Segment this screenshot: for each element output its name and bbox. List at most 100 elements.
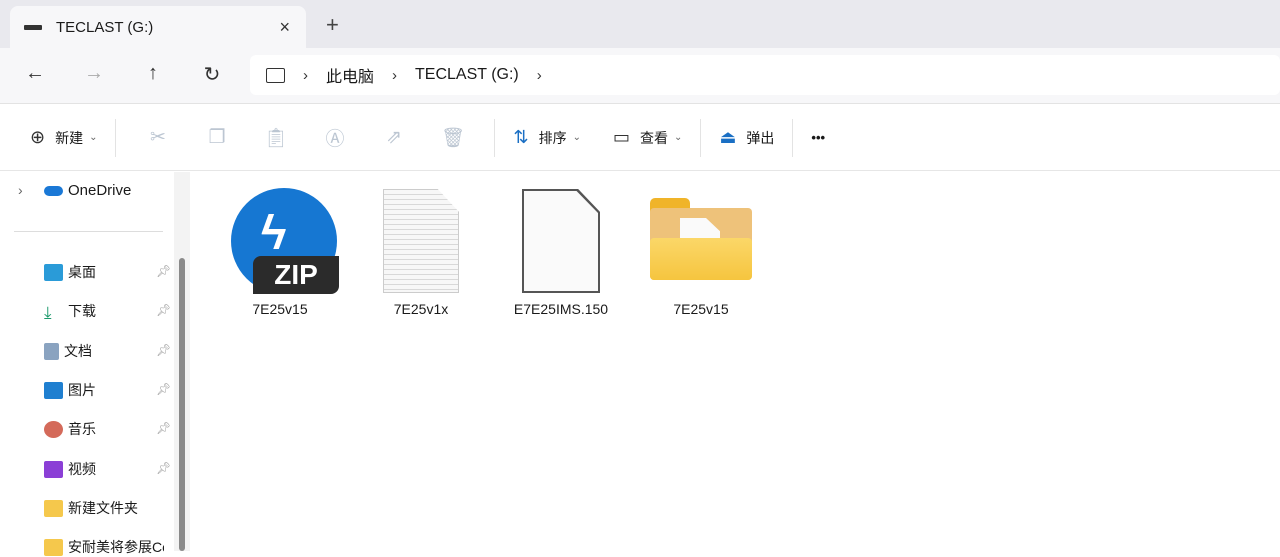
sidebar-item-new-folder[interactable]: 新建文件夹	[44, 498, 138, 518]
label: 桌面	[68, 264, 96, 280]
refresh-button[interactable]: ↻	[197, 62, 227, 87]
music-icon	[44, 420, 63, 438]
sort-icon: ⇅	[513, 127, 529, 147]
download-icon: ⤓	[44, 302, 52, 322]
zip-badge: ZIP	[253, 256, 339, 294]
folder-icon	[648, 186, 754, 296]
label: 新建文件夹	[68, 500, 138, 516]
computer-icon	[266, 67, 285, 83]
divider	[700, 118, 702, 157]
sort-label: 排序	[538, 129, 567, 146]
cut-button[interactable]: ✂	[128, 118, 187, 158]
sidebar-item-downloads[interactable]: ⤓ 下载	[44, 301, 96, 322]
new-tab-button[interactable]: +	[326, 12, 339, 38]
chevron-right-icon: ›	[392, 66, 398, 84]
cloud-icon	[44, 185, 63, 196]
sidebar-item-onedrive[interactable]: OneDrive	[44, 182, 131, 199]
copy-icon: ❐	[208, 127, 226, 148]
share-button[interactable]: ⇗	[364, 118, 423, 158]
file-name: 7E25v15	[673, 301, 729, 317]
paste-button[interactable]: 📋︎	[246, 118, 305, 158]
pin-icon[interactable]: 📌︎	[156, 343, 171, 357]
more-button[interactable]: •••	[805, 118, 831, 158]
document-icon	[44, 342, 59, 360]
text-file-icon	[381, 186, 461, 296]
scissors-icon: ✂	[150, 127, 166, 148]
video-icon	[44, 460, 63, 478]
pin-icon[interactable]: 📌︎	[156, 264, 171, 278]
up-button[interactable]: ↑	[138, 62, 168, 85]
tab-title: TECLAST (G:)	[56, 18, 154, 36]
label: 音乐	[68, 421, 96, 437]
view-label: 查看	[639, 129, 668, 146]
rename-icon: Ⓐ	[325, 129, 345, 150]
pin-icon[interactable]: 📌︎	[156, 382, 171, 396]
tab-bar: TECLAST (G:) × +	[0, 0, 1280, 48]
copy-button[interactable]: ❐	[187, 118, 246, 158]
view-button[interactable]: ▭ 查看 ⌄	[607, 118, 688, 158]
zip-icon: ϟ ZIP	[225, 186, 339, 296]
eject-button[interactable]: ⏏ 弹出	[713, 118, 780, 158]
pictures-icon	[44, 381, 63, 399]
chevron-down-icon: ⌄	[572, 132, 581, 143]
pin-icon[interactable]: 📌︎	[156, 303, 171, 317]
plus-circle-icon: ⊕	[30, 127, 46, 147]
rename-button[interactable]: Ⓐ	[305, 118, 364, 158]
file-item-folder[interactable]: 7E25v15	[641, 186, 761, 317]
chevron-down-icon: ⌄	[89, 132, 98, 143]
close-tab-button[interactable]: ×	[279, 17, 290, 38]
forward-button[interactable]: →	[79, 62, 109, 85]
navigation-pane: › OneDrive 桌面 ⤓ 下载 文档 图片 音乐 视频 新建文件夹 安耐美将…	[0, 172, 190, 556]
label: OneDrive	[68, 182, 132, 199]
label: 文档	[64, 343, 92, 359]
label: 视频	[68, 461, 96, 477]
view-icon: ▭	[612, 127, 630, 147]
label: 图片	[68, 382, 96, 398]
file-item-blank[interactable]: E7E25IMS.150	[501, 186, 621, 317]
back-button[interactable]: ←	[20, 62, 50, 85]
sidebar-item-folder[interactable]: 安耐美将参展Co	[44, 537, 164, 557]
sidebar-item-music[interactable]: 音乐	[44, 419, 96, 439]
breadcrumb-this-pc[interactable]: 此电脑	[326, 63, 374, 87]
new-label: 新建	[55, 129, 84, 146]
file-name: E7E25IMS.150	[513, 301, 609, 317]
share-icon: ⇗	[386, 127, 402, 148]
divider	[792, 118, 794, 157]
eject-icon: ⏏	[719, 127, 737, 147]
trash-icon: 🗑︎	[440, 127, 466, 149]
divider	[115, 118, 117, 157]
breadcrumb-teclast[interactable]: TECLAST (G:)	[415, 66, 519, 84]
file-name: 7E25v15	[252, 301, 308, 317]
sidebar-item-documents[interactable]: 文档	[44, 341, 92, 361]
scrollbar-thumb[interactable]	[179, 258, 185, 551]
file-item-text[interactable]: 7E25v1x	[361, 186, 481, 317]
drive-icon	[24, 24, 42, 30]
sidebar-item-videos[interactable]: 视频	[44, 459, 96, 479]
folder-icon	[44, 499, 63, 517]
address-bar[interactable]: › 此电脑 › TECLAST (G:) ›	[250, 55, 1280, 95]
chevron-down-icon: ⌄	[673, 132, 683, 143]
divider	[494, 118, 496, 157]
divider	[14, 231, 163, 232]
file-item-zip[interactable]: ϟ ZIP 7E25v15	[220, 186, 340, 317]
pin-icon[interactable]: 📌︎	[156, 461, 171, 475]
new-button[interactable]: ⊕ 新建 ⌄	[24, 118, 103, 158]
pin-icon[interactable]: 📌︎	[156, 421, 171, 435]
chevron-right-icon: ›	[303, 66, 308, 84]
command-bar: ⊕ 新建 ⌄ ✂ ❐ 📋︎ Ⓐ ⇗ 🗑︎ ⇅ 排序 ⌄ ▭ 查看 ⌄ ⏏ 弹出 •••	[0, 105, 1280, 171]
label: 下载	[68, 303, 96, 319]
navigation-bar: ← → ↑ ↻ › 此电脑 › TECLAST (G:) ›	[0, 48, 1280, 104]
expand-chevron-icon[interactable]: ›	[18, 182, 23, 198]
sidebar-item-desktop[interactable]: 桌面	[44, 262, 96, 282]
file-name: 7E25v1x	[393, 301, 449, 317]
folder-icon	[44, 538, 63, 556]
label: 安耐美将参展Co	[68, 539, 164, 555]
sidebar-item-pictures[interactable]: 图片	[44, 380, 96, 400]
sort-button[interactable]: ⇅ 排序 ⌄	[507, 118, 586, 158]
tab-teclast[interactable]: TECLAST (G:) ×	[10, 6, 306, 48]
clipboard-icon: 📋︎	[263, 127, 289, 149]
blank-file-icon	[521, 186, 601, 296]
chevron-right-icon[interactable]: ›	[537, 67, 542, 84]
eject-label: 弹出	[746, 129, 775, 146]
delete-button[interactable]: 🗑︎	[423, 118, 482, 158]
